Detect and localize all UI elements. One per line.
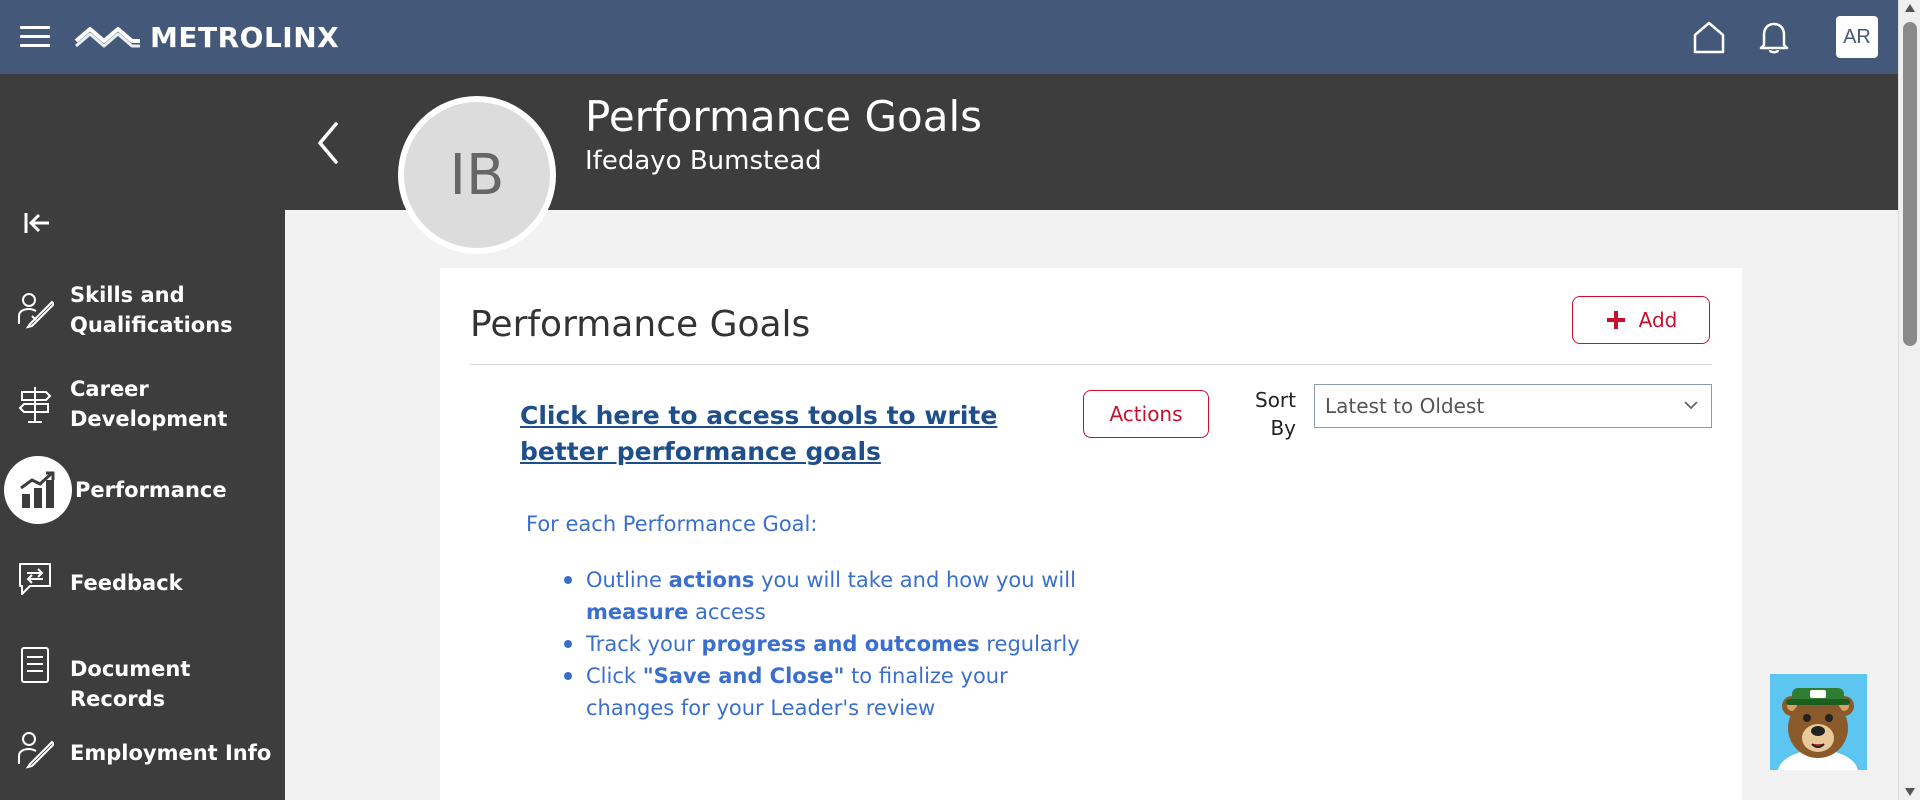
user-avatar[interactable]: AR	[1836, 16, 1878, 58]
list-item: Track your progress and outcomes regular…	[560, 628, 1080, 660]
sidebar-item-performance[interactable]: Performance	[0, 456, 285, 524]
scroll-thumb[interactable]	[1903, 22, 1917, 346]
sort-by-label: Sort By	[1255, 388, 1296, 440]
plus-icon	[1606, 311, 1625, 329]
skills-icon	[18, 293, 54, 329]
list-item: Outline actions you will take and how yo…	[560, 564, 1080, 628]
sidebar-item-employment-info[interactable]: Employment Info	[0, 730, 285, 776]
card-title: Performance Goals	[470, 304, 811, 345]
sidebar-item-skills-and-qualifications[interactable]: Skills and Qualifications	[0, 276, 285, 346]
sidebar-item-label: Feedback	[70, 571, 183, 595]
sidebar-item-career-development[interactable]: Career Development	[0, 370, 285, 440]
feedback-icon	[19, 563, 51, 595]
sidebar-item-label: Employment Info	[70, 741, 272, 765]
collapse-sidebar-icon[interactable]	[22, 208, 52, 238]
back-chevron-icon[interactable]	[310, 118, 346, 168]
performance-goals-card: Performance Goals Add Click here to acce…	[440, 268, 1742, 800]
add-goal-button[interactable]: Add	[1572, 296, 1710, 344]
page-scrollbar[interactable]	[1898, 0, 1920, 800]
bell-icon[interactable]	[1756, 18, 1792, 56]
sort-selected-value: Latest to Oldest	[1325, 394, 1485, 418]
list-item: Click "Save and Close" to finalize your …	[560, 660, 1080, 724]
metrolinx-logo[interactable]: METROLINX	[74, 20, 339, 54]
scroll-up-arrow-icon[interactable]	[1905, 4, 1915, 12]
instructions-list: Outline actions you will take and how yo…	[560, 564, 1080, 724]
sidebar-item-label: Document Records	[70, 657, 191, 711]
logo-text: METROLINX	[150, 20, 340, 54]
sidebar-item-label: Qualifications	[70, 313, 233, 337]
employee-name: Ifedayo Bumstead	[585, 146, 822, 176]
performance-chart-icon	[20, 471, 55, 508]
sidebar-item-document-records[interactable]: Document Records	[0, 646, 285, 711]
actions-button[interactable]: Actions	[1083, 390, 1209, 438]
instructions-intro: For each Performance Goal:	[526, 512, 818, 536]
add-button-label: Add	[1638, 308, 1678, 332]
sort-by-select[interactable]: Latest to Oldest	[1314, 384, 1712, 428]
divider	[470, 364, 1712, 365]
sidebar-item-label: Performance	[75, 478, 227, 502]
logo-wave-icon	[74, 27, 140, 48]
sidebar-item-label: Skills and	[70, 283, 185, 307]
home-icon[interactable]	[1690, 18, 1728, 56]
top-bar: METROLINX AR	[0, 0, 1898, 74]
sidebar-item-feedback[interactable]: Feedback	[0, 560, 285, 606]
scroll-down-arrow-icon[interactable]	[1905, 788, 1915, 796]
sidebar-item-label: Development	[70, 407, 228, 431]
page-title: Performance Goals	[585, 92, 983, 141]
hamburger-menu-icon[interactable]	[20, 26, 50, 48]
signpost-icon	[18, 387, 52, 423]
chatbot-bear-mascot-icon[interactable]	[1770, 674, 1867, 770]
chevron-down-icon	[1684, 401, 1698, 410]
document-icon	[21, 647, 49, 683]
goal-writing-tools-link[interactable]: Click here to access tools to write bett…	[520, 398, 1060, 470]
sidebar-item-label: Career	[70, 377, 149, 401]
employment-info-icon	[18, 732, 54, 769]
employee-avatar: IB	[398, 96, 556, 254]
